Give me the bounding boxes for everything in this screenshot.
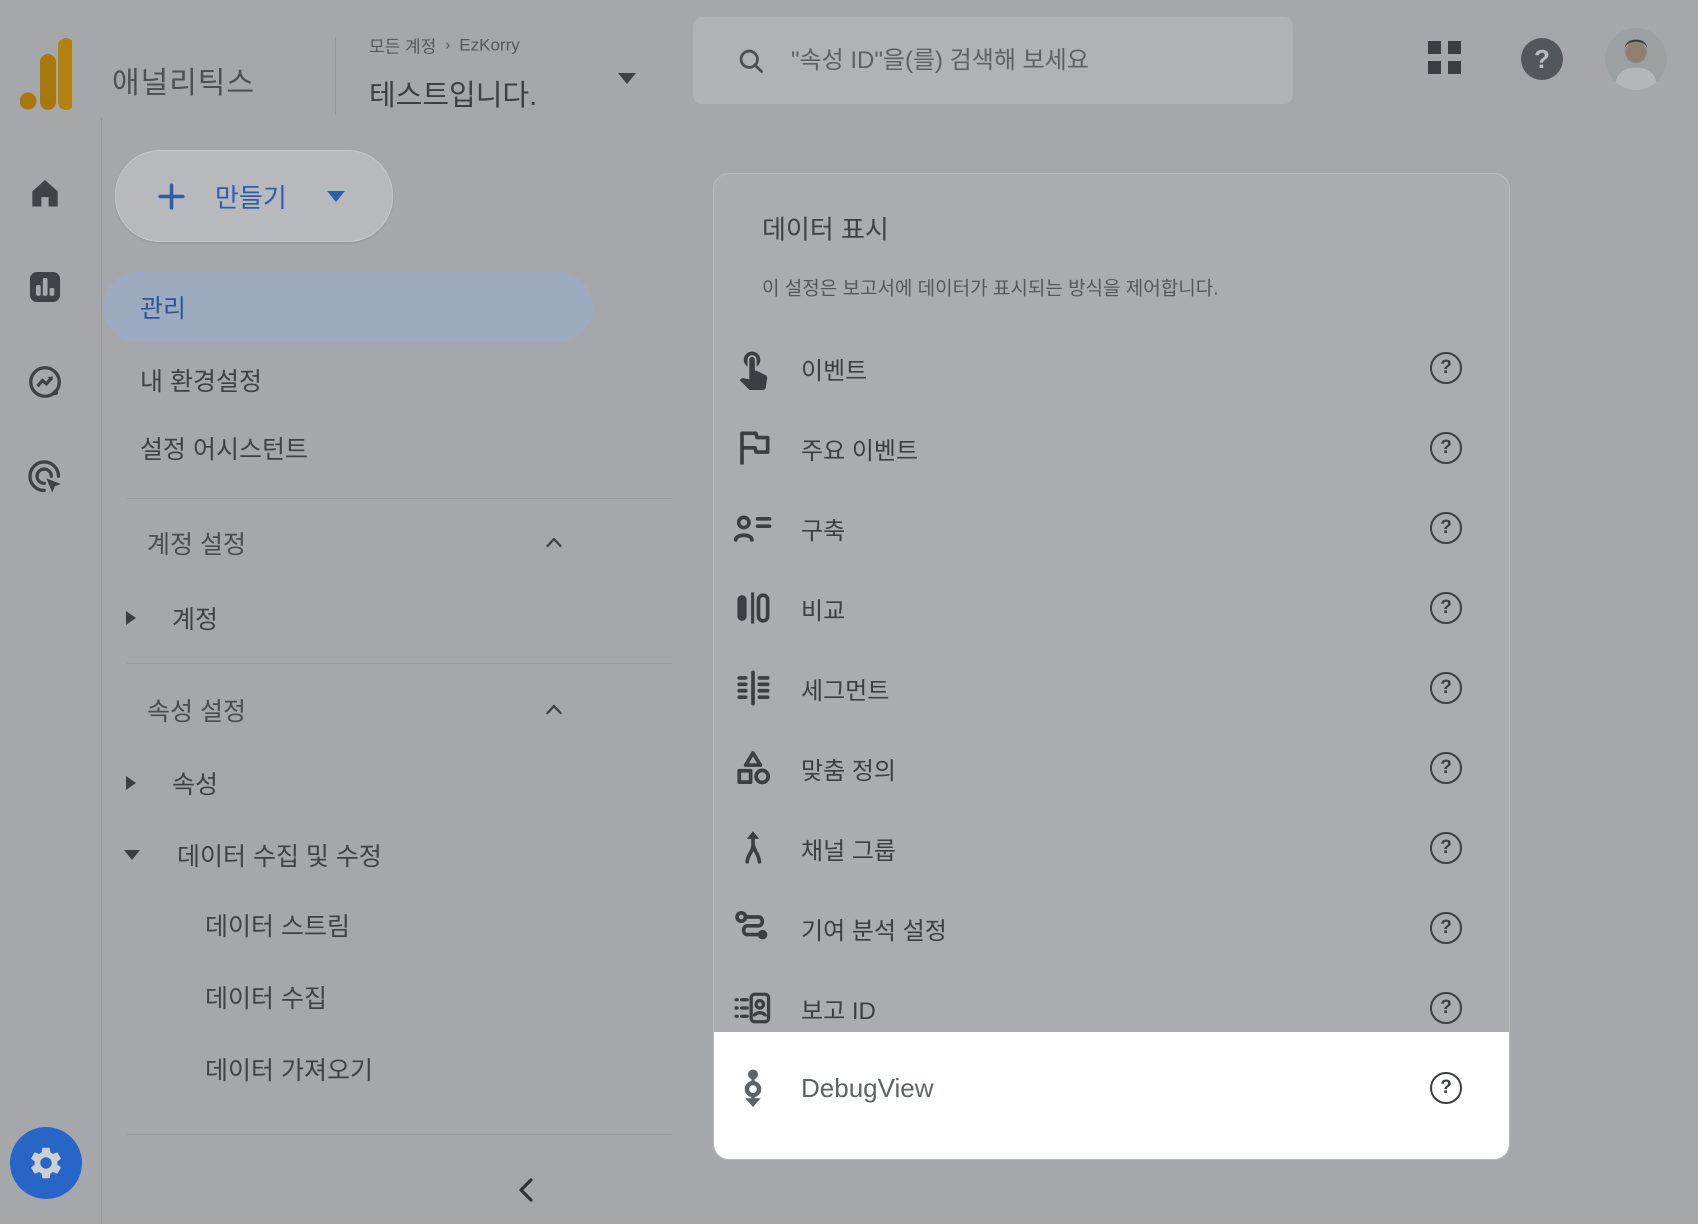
card-row-channel-groups[interactable]: 채널 그룹 ?	[713, 808, 1510, 888]
nav-item-admin-label[interactable]: 관리	[140, 289, 186, 325]
chevron-up-icon[interactable]	[544, 700, 564, 720]
nav-item-data-import-2[interactable]: 데이터 가져오기	[205, 1051, 373, 1087]
row-label[interactable]: 구축	[801, 511, 845, 546]
help-icon[interactable]: ?	[1430, 1072, 1462, 1104]
create-button[interactable]: 만들기	[115, 150, 393, 242]
nav-item-my-preferences[interactable]: 내 환경설정	[140, 362, 262, 398]
shapes-icon	[731, 746, 775, 790]
channel-group-icon	[731, 826, 775, 870]
nav-item-data-collection[interactable]: 데이터 수집 및 수정	[177, 837, 382, 873]
collapse-panel-icon[interactable]	[513, 1176, 541, 1204]
help-icon[interactable]: ?	[1430, 352, 1462, 384]
nav-item-data-streams[interactable]: 데이터 스트림	[205, 907, 350, 943]
nav-item-setup-assistant[interactable]: 설정 어시스턴트	[140, 430, 308, 466]
advertising-icon[interactable]	[26, 458, 64, 496]
search-bar[interactable]	[693, 17, 1293, 104]
card-row-debugview[interactable]: DebugView ?	[713, 1048, 1510, 1128]
row-label[interactable]: 보고 ID	[801, 991, 876, 1026]
route-icon	[731, 906, 775, 950]
help-icon[interactable]: ?	[1430, 832, 1462, 864]
home-icon[interactable]	[26, 174, 64, 212]
card-row-segments[interactable]: 세그먼트 ?	[713, 648, 1510, 728]
section-property-settings[interactable]: 속성 설정	[147, 692, 246, 728]
row-label[interactable]: 채널 그룹	[801, 831, 896, 866]
card-row-key-events[interactable]: 주요 이벤트 ?	[713, 408, 1510, 488]
breadcrumb-separator-icon: ›	[445, 37, 450, 54]
breadcrumb[interactable]: 모든 계정 › EzKorry	[369, 33, 520, 58]
touch-icon	[731, 346, 775, 390]
analytics-logo[interactable]	[20, 38, 72, 110]
card-row-custom-definitions[interactable]: 맞춤 정의 ?	[713, 728, 1510, 808]
apps-grid-icon[interactable]	[1428, 41, 1462, 75]
help-icon[interactable]: ?	[1430, 992, 1462, 1024]
reports-icon[interactable]	[26, 268, 64, 306]
rail-divider	[101, 118, 102, 1224]
admin-settings-button[interactable]	[10, 1127, 82, 1199]
row-label[interactable]: 비교	[801, 591, 845, 626]
plus-icon	[156, 181, 187, 212]
property-name[interactable]: 테스트입니다.	[369, 72, 537, 114]
header-help-icon[interactable]: ?	[1521, 38, 1563, 80]
card-row-audiences[interactable]: 구축 ?	[713, 488, 1510, 568]
card-row-comparisons[interactable]: 비교 ?	[713, 568, 1510, 648]
avatar[interactable]	[1605, 28, 1667, 90]
breadcrumb-all-accounts[interactable]: 모든 계정	[369, 33, 436, 58]
breadcrumb-account[interactable]: EzKorry	[459, 35, 519, 55]
help-icon[interactable]: ?	[1430, 512, 1462, 544]
tree-expand-icon[interactable]	[126, 776, 136, 790]
row-label[interactable]: 세그먼트	[801, 671, 889, 706]
row-label[interactable]: 주요 이벤트	[801, 431, 918, 466]
person-list-icon	[731, 506, 775, 550]
card-row-attribution-settings[interactable]: 기여 분석 설정 ?	[713, 888, 1510, 968]
row-label[interactable]: 맞춤 정의	[801, 751, 896, 786]
help-icon[interactable]: ?	[1430, 752, 1462, 784]
search-input[interactable]	[765, 46, 1293, 76]
help-icon[interactable]: ?	[1430, 432, 1462, 464]
row-label[interactable]: 기여 분석 설정	[801, 911, 947, 946]
explore-icon[interactable]	[26, 363, 64, 401]
row-label[interactable]: 이벤트	[801, 351, 867, 386]
tree-collapse-icon[interactable]	[124, 850, 140, 860]
nav-item-account[interactable]: 계정	[172, 600, 218, 636]
flag-icon	[731, 426, 775, 470]
compare-icon	[731, 586, 775, 630]
row-label[interactable]: DebugView	[801, 1073, 934, 1104]
search-icon	[737, 47, 765, 75]
nav-item-property[interactable]: 속성	[172, 765, 218, 801]
segment-icon	[731, 666, 775, 710]
tree-expand-icon[interactable]	[126, 611, 136, 625]
card-subtitle: 이 설정은 보고서에 데이터가 표시되는 방식을 제어합니다.	[762, 274, 1218, 301]
nav-item-data-import[interactable]: 데이터 수집	[205, 979, 327, 1015]
ga-admin-page: 애널리틱스 모든 계정 › EzKorry 테스트입니다. ?	[0, 0, 1698, 1224]
help-icon[interactable]: ?	[1430, 672, 1462, 704]
divider	[127, 663, 672, 664]
create-dropdown-caret-icon[interactable]	[327, 191, 345, 202]
badge-icon	[731, 986, 775, 1030]
create-button-label: 만들기	[215, 178, 287, 215]
divider	[127, 498, 672, 499]
divider	[127, 1134, 672, 1135]
header-divider	[335, 37, 336, 115]
product-name: 애널리틱스	[112, 58, 255, 102]
section-account-settings[interactable]: 계정 설정	[147, 525, 246, 561]
debugview-icon	[731, 1066, 775, 1110]
card-title: 데이터 표시	[762, 210, 889, 247]
card-row-events[interactable]: 이벤트 ?	[713, 328, 1510, 408]
chevron-up-icon[interactable]	[544, 533, 564, 553]
help-icon[interactable]: ?	[1430, 592, 1462, 624]
help-icon[interactable]: ?	[1430, 912, 1462, 944]
card-row-reporting-identity[interactable]: 보고 ID ?	[713, 968, 1510, 1048]
gear-icon	[27, 1144, 65, 1182]
property-switcher-caret-icon[interactable]	[618, 73, 636, 84]
